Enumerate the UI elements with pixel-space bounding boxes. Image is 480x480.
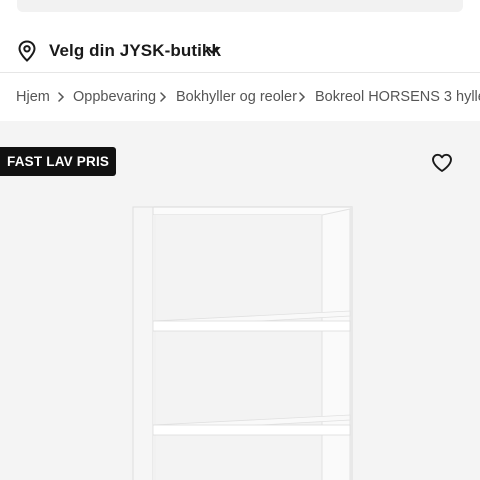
chevron-down-icon xyxy=(206,46,218,54)
location-pin-icon xyxy=(18,40,36,62)
store-selector[interactable]: Velg din JYSK-butikk xyxy=(0,30,480,72)
heart-icon[interactable] xyxy=(431,152,453,174)
chevron-right-icon xyxy=(58,92,65,102)
divider xyxy=(0,72,480,73)
chevron-right-icon xyxy=(160,92,167,102)
breadcrumb-link-bookshelves[interactable]: Bokhyller og reoler xyxy=(176,87,297,107)
search-input[interactable] xyxy=(17,0,463,12)
bookcase-image xyxy=(132,206,353,480)
breadcrumb-current-product[interactable]: Bokreol HORSENS 3 hyller xyxy=(315,87,480,107)
breadcrumb-link-storage[interactable]: Oppbevaring xyxy=(73,87,156,107)
chevron-right-icon xyxy=(299,92,306,102)
breadcrumb-link-home[interactable]: Hjem xyxy=(16,87,50,107)
price-badge: FAST LAV PRIS xyxy=(0,147,117,176)
store-selector-label: Velg din JYSK-butikk xyxy=(49,41,222,60)
product-image-area[interactable]: FAST LAV PRIS xyxy=(0,121,480,480)
